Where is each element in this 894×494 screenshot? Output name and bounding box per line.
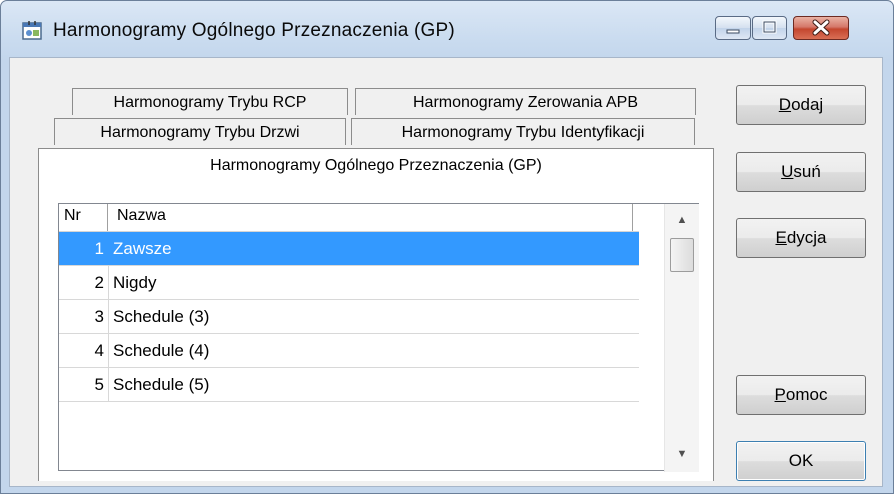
column-divider[interactable] — [632, 204, 634, 231]
row-number: 1 — [94, 239, 104, 258]
schedule-app-icon — [22, 21, 42, 40]
cell-divider — [108, 232, 109, 265]
tab-general-purpose-schedules[interactable]: Harmonogramy Ogólnego Przeznaczenia (GP) — [38, 148, 714, 184]
scroll-down-arrow-icon[interactable]: ▼ — [665, 442, 699, 466]
tab-apb-reset-schedules[interactable]: Harmonogramy Zerowania APB — [355, 88, 696, 115]
table-row[interactable]: 5 Schedule (5) — [59, 368, 639, 402]
minimize-button[interactable] — [715, 16, 751, 40]
cell-divider — [108, 300, 109, 333]
vertical-scrollbar[interactable]: ▲ ▼ — [664, 204, 699, 472]
close-button[interactable] — [793, 16, 849, 40]
cell-divider — [108, 334, 109, 367]
tab-label: Harmonogramy Trybu Drzwi — [100, 124, 300, 141]
row-number: 2 — [94, 273, 104, 292]
scrollbar-thumb[interactable] — [670, 238, 694, 272]
ok-label: OK — [788, 451, 814, 470]
table-row[interactable]: 1 Zawsze — [59, 232, 639, 266]
row-name: Schedule (5) — [113, 375, 210, 394]
cell-divider — [108, 368, 109, 401]
add-mnemonic: D — [778, 95, 792, 114]
minimize-icon — [726, 29, 740, 34]
help-label: omoc — [785, 385, 828, 404]
cell-divider — [108, 266, 109, 299]
row-name: Schedule (3) — [113, 307, 210, 326]
delete-mnemonic: U — [781, 162, 794, 181]
help-button[interactable]: Pomoc — [736, 375, 866, 415]
row-name: Schedule (4) — [113, 341, 210, 360]
row-number: 5 — [94, 375, 104, 394]
tab-identification-mode-schedules[interactable]: Harmonogramy Trybu Identyfikacji — [351, 118, 695, 145]
row-name: Zawsze — [113, 239, 172, 258]
tab-panel: Nr Nazwa 1 Zawsze 2 Nigdy 3 Schedule (3)… — [38, 183, 714, 481]
title-bar[interactable]: Harmonogramy Ogólnego Przeznaczenia (GP) — [1, 1, 893, 41]
tab-label: Harmonogramy Zerowania APB — [413, 94, 638, 111]
delete-label: suń — [793, 162, 821, 181]
help-mnemonic: P — [774, 385, 786, 404]
edit-label: dycja — [786, 228, 827, 247]
maximize-button[interactable] — [752, 16, 787, 40]
table-row[interactable]: 3 Schedule (3) — [59, 300, 639, 334]
table-row[interactable]: 2 Nigdy — [59, 266, 639, 300]
tab-label: Harmonogramy Ogólnego Przeznaczenia (GP) — [210, 157, 542, 174]
scroll-up-arrow-icon[interactable]: ▲ — [665, 208, 699, 232]
column-header-name[interactable]: Nazwa — [117, 207, 166, 225]
row-number: 4 — [94, 341, 104, 360]
edit-mnemonic: E — [775, 228, 787, 247]
tab-label: Harmonogramy Trybu RCP — [113, 94, 307, 111]
tab-label: Harmonogramy Trybu Identyfikacji — [401, 124, 645, 141]
row-number: 3 — [94, 307, 104, 326]
add-label: odaj — [791, 95, 824, 114]
table-row[interactable]: 4 Schedule (4) — [59, 334, 639, 368]
ok-button[interactable]: OK — [736, 441, 866, 481]
schedule-list[interactable]: Nr Nazwa 1 Zawsze 2 Nigdy 3 Schedule (3)… — [58, 203, 699, 472]
add-button[interactable]: Dodaj — [736, 85, 866, 125]
tab-door-mode-schedules[interactable]: Harmonogramy Trybu Drzwi — [54, 118, 346, 145]
edit-button[interactable]: Edycja — [736, 218, 866, 258]
column-header-nr[interactable]: Nr — [64, 207, 81, 225]
tab-rcp-schedules[interactable]: Harmonogramy Trybu RCP — [72, 88, 348, 115]
window-title: Harmonogramy Ogólnego Przeznaczenia (GP) — [53, 20, 455, 41]
delete-button[interactable]: Usuń — [736, 152, 866, 192]
maximize-icon — [762, 20, 777, 34]
close-icon — [812, 19, 830, 36]
column-divider[interactable] — [107, 204, 109, 231]
row-name: Nigdy — [113, 273, 157, 292]
list-header: Nr Nazwa — [59, 204, 639, 232]
